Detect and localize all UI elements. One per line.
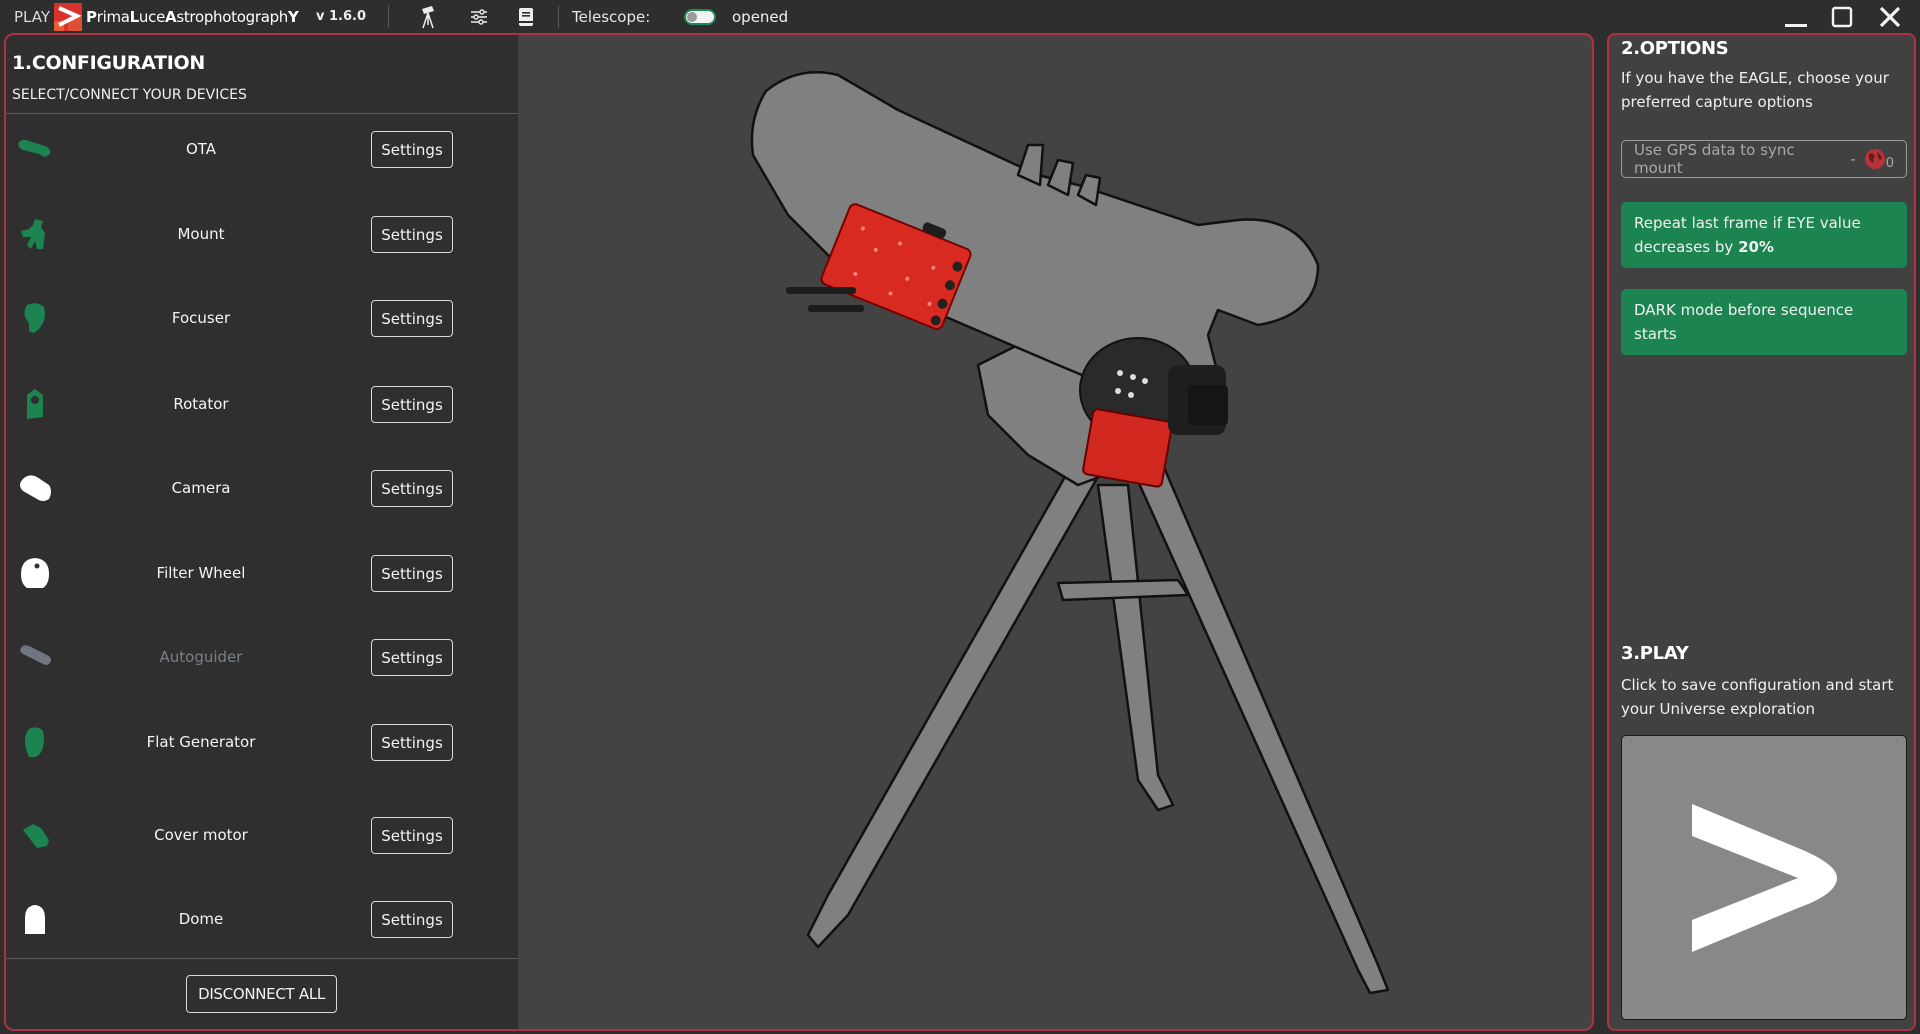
telescope-state: opened [732,8,789,26]
filter-wheel-icon[interactable] [14,554,56,594]
ota-tube [750,71,1320,397]
minimize-button[interactable] [1776,2,1816,32]
title-bar: PLAY PrimaLuceAstrophotographY v 1.6.0 T… [0,0,1920,33]
play-chevron-icon [1692,804,1837,952]
device-settings-button[interactable]: Settings [371,639,453,676]
device-settings-button[interactable]: Settings [371,817,453,854]
brand-part: Y [288,8,299,26]
mount-icon[interactable] [14,215,56,255]
telescope-icon[interactable] [416,5,440,29]
device-name[interactable]: Camera [66,479,336,497]
tripod-leg-left [806,473,1098,949]
device-name[interactable]: Autoguider [66,648,336,666]
device-row-flat-generator[interactable]: Flat Generator Settings [6,713,518,773]
toolbar-divider [558,5,559,28]
device-settings-button[interactable]: Settings [371,386,453,423]
device-settings-button[interactable]: Settings [371,724,453,761]
device-name[interactable]: Dome [66,910,336,928]
gps-separator: - [1850,150,1856,168]
device-row-ota[interactable]: OTA Settings [6,120,518,180]
repeat-frame-option[interactable]: Repeat last frame if EYE value decreases… [1621,202,1907,268]
tripod-tray [1056,578,1190,602]
brand-part: A [165,8,177,26]
device-settings-button[interactable]: Settings [371,131,453,168]
cover-motor-icon[interactable] [14,816,56,856]
configuration-subtitle: SELECT/CONNECT YOUR DEVICES [12,87,247,103]
device-settings-button[interactable]: Settings [371,555,453,592]
gps-sync-label: Use GPS data to sync mount [1634,141,1795,177]
device-row-mount[interactable]: Mount Settings [6,205,518,265]
brand-part: uce [138,8,166,26]
disconnect-all-button[interactable]: DISCONNECT ALL [186,975,337,1013]
toolbar-divider [388,5,389,28]
device-name[interactable]: Cover motor [66,826,336,844]
flat-generator-icon[interactable] [14,723,56,763]
device-row-autoguider[interactable]: Autoguider Settings [6,628,518,688]
gps-sync-option[interactable]: Use GPS data to sync mount - 0 [1621,140,1907,178]
play-label: PLAY [14,8,51,26]
telescope-toggle[interactable] [684,9,716,25]
telescope-render [750,71,1390,995]
play-button[interactable] [1621,735,1907,1020]
telescope-3d-view[interactable] [518,35,1592,1029]
book-icon[interactable] [514,5,538,29]
brand-part: P [86,8,97,26]
eagle-antennas [786,287,864,312]
dark-mode-option[interactable]: DARK mode before sequence starts [1621,289,1907,355]
dome-icon[interactable] [14,900,56,940]
tripod-leg-right [1131,463,1390,995]
main-frame: 1.CONFIGURATION SELECT/CONNECT YOUR DEVI… [4,33,1594,1031]
device-name[interactable]: Mount [66,225,336,243]
device-name[interactable]: Flat Generator [66,733,336,751]
app-logo-icon [54,3,82,31]
sliders-icon[interactable] [467,5,491,29]
configuration-panel: 1.CONFIGURATION SELECT/CONNECT YOUR DEVI… [6,35,518,1029]
brand-part: L [129,8,140,26]
configuration-title: 1.CONFIGURATION [12,52,205,74]
telescope-label: Telescope: [572,8,651,26]
maximize-button[interactable] [1822,2,1862,32]
repeat-frame-threshold: 20% [1738,238,1774,256]
ota-icon[interactable] [14,130,56,170]
camera-icon[interactable] [14,469,56,509]
device-settings-button[interactable]: Settings [371,300,453,337]
device-name[interactable]: Filter Wheel [66,564,336,582]
options-description: If you have the EAGLE, choose your prefe… [1621,69,1889,111]
device-settings-button[interactable]: Settings [371,901,453,938]
device-settings-button[interactable]: Settings [371,216,453,253]
device-row-rotator[interactable]: Rotator Settings [6,375,518,435]
header-divider [6,113,518,114]
brand-part: strophotograph [176,8,289,26]
app-version: v 1.6.0 [316,9,367,24]
options-title: 2.OPTIONS [1621,38,1729,59]
device-row-focuser[interactable]: Focuser Settings [6,289,518,349]
options-panel: 2.OPTIONS If you have the EAGLE, choose … [1607,33,1916,1031]
play-title: 3.PLAY [1621,643,1689,664]
rotator-icon[interactable] [14,385,56,425]
focuser-icon[interactable] [14,299,56,339]
brand-part: rima [96,8,130,26]
footer-divider [6,958,518,959]
close-button[interactable] [1870,2,1910,32]
toggle-knob [687,12,697,22]
dark-mode-label: DARK mode before sequence starts [1634,301,1854,343]
device-settings-button[interactable]: Settings [371,470,453,507]
device-name[interactable]: OTA [66,140,336,158]
device-row-dome[interactable]: Dome Settings [6,890,518,950]
device-name[interactable]: Rotator [66,395,336,413]
device-row-camera[interactable]: Camera Settings [6,459,518,519]
autoguider-icon[interactable] [14,638,56,678]
gps-satellite-count: 0 [1885,155,1894,171]
globe-icon [1864,148,1886,170]
app-brand-name: PrimaLuceAstrophotographY [86,8,299,26]
device-row-cover-motor[interactable]: Cover motor Settings [6,806,518,866]
device-name[interactable]: Focuser [66,309,336,327]
play-description: Click to save configuration and start yo… [1621,676,1894,718]
device-row-filter-wheel[interactable]: Filter Wheel Settings [6,544,518,604]
